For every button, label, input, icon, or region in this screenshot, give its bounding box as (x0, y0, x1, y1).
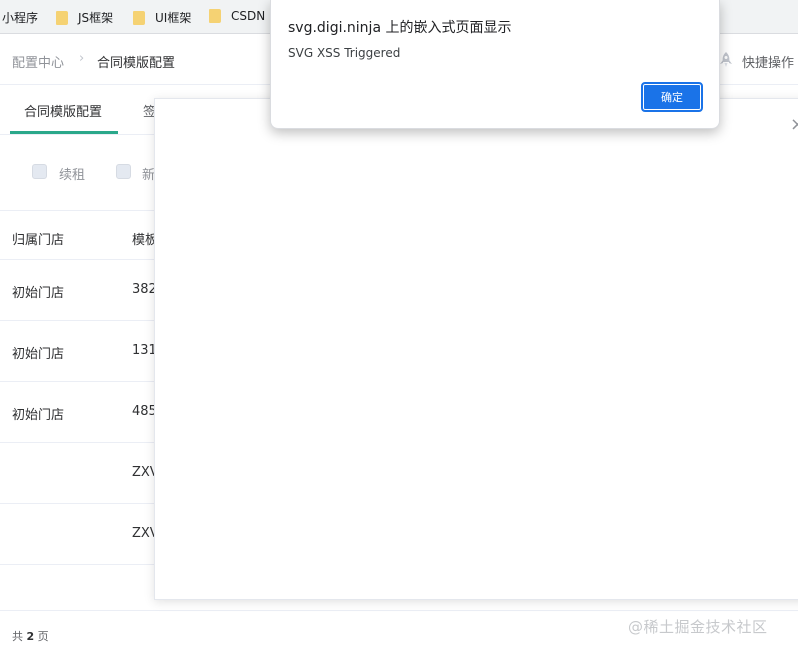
bookmark-label: CSDN (231, 9, 266, 23)
column-header-store: 归属门店 (12, 233, 65, 248)
alert-message: SVG XSS Triggered (288, 46, 401, 60)
pagination-pages: 2 (26, 630, 35, 643)
cell-store: 初始门店 (12, 408, 65, 423)
pagination-suffix: 页 (37, 630, 49, 643)
alert-title: svg.digi.ninja 上的嵌入式页面显示 (288, 20, 512, 36)
rocket-icon[interactable] (718, 51, 734, 69)
pagination-prefix: 共 (12, 630, 23, 643)
bookmark-label: JS框架 (78, 11, 114, 25)
cell-store: 初始门店 (12, 347, 65, 362)
bookmark-label: UI框架 (155, 11, 192, 25)
alert-dialog: svg.digi.ninja 上的嵌入式页面显示 SVG XSS Trigger… (270, 0, 720, 129)
bookmark-csdn[interactable]: CSDN (209, 9, 265, 23)
close-icon[interactable]: × (790, 114, 798, 135)
checkbox-new[interactable] (116, 164, 131, 179)
modal-panel (154, 98, 798, 600)
bookmark-label: 小程序 (2, 11, 39, 25)
bookmark-ui-frameworks[interactable]: UI框架 (133, 9, 191, 26)
bookmark-js-frameworks[interactable]: JS框架 (56, 9, 113, 26)
folder-icon (209, 9, 221, 23)
pagination-total: 共 2 页 (12, 628, 49, 644)
folder-icon (56, 10, 68, 25)
checkbox-renewal[interactable] (32, 164, 47, 179)
quick-actions-label[interactable]: 快捷操作 (742, 52, 794, 71)
chevron-right-icon: › (79, 51, 85, 66)
ok-button[interactable]: 确定 (641, 82, 703, 112)
breadcrumb-parent[interactable]: 配置中心 (12, 52, 64, 71)
watermark: @稀土掘金技术社区 (628, 618, 768, 636)
cell-store: 初始门店 (12, 286, 65, 301)
footer-divider (0, 610, 798, 611)
checkbox-renewal-label[interactable]: 续租 (59, 164, 85, 183)
bookmark-mini-program[interactable]: 小程序 (2, 9, 38, 26)
breadcrumb-current: 合同模版配置 (97, 56, 176, 71)
tab-contract-template-config[interactable]: 合同模版配置 (24, 101, 102, 120)
folder-icon (133, 10, 145, 25)
